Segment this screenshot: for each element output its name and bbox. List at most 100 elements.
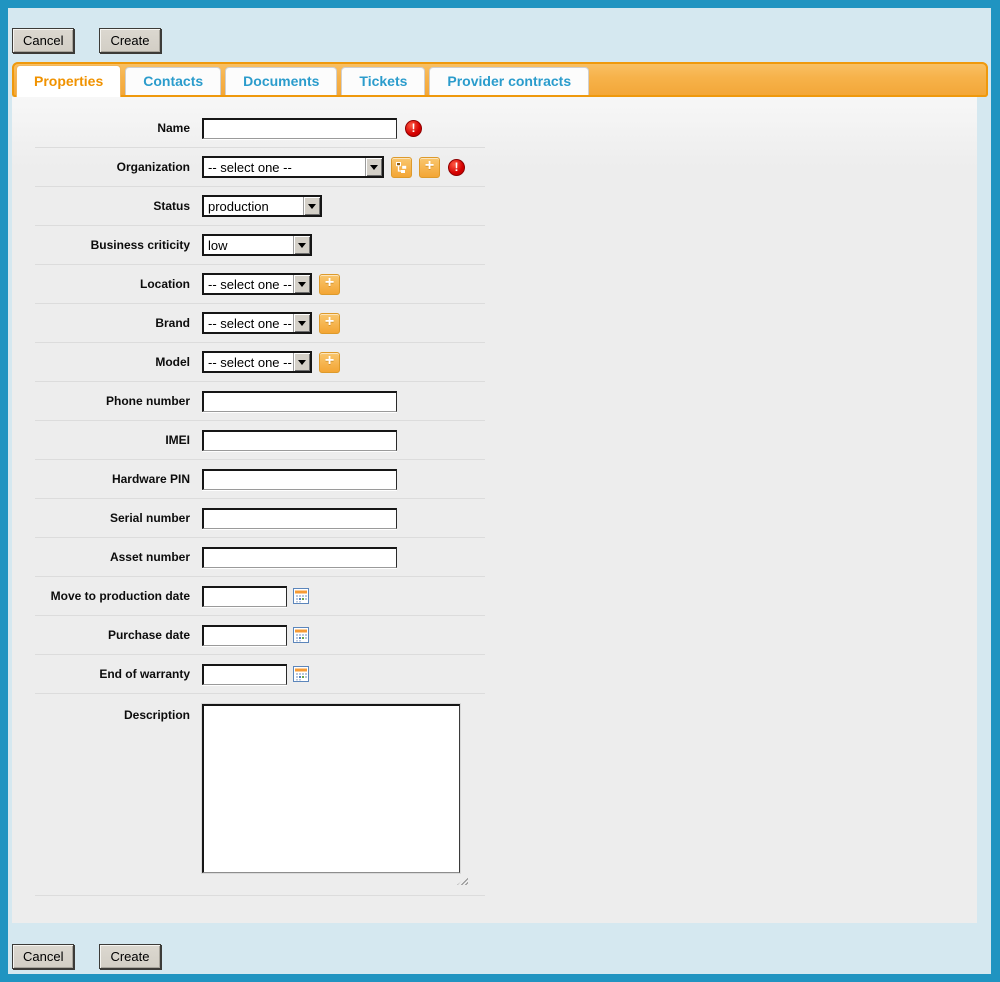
imei-input[interactable]	[202, 430, 397, 451]
brand-add-button[interactable]: +	[319, 313, 340, 334]
tab-provider-contracts[interactable]: Provider contracts	[429, 67, 589, 95]
move_to_production_date-calendar-button[interactable]	[293, 588, 309, 604]
form-row-asset_number: Asset number	[35, 538, 485, 577]
business_criticity-select-value: low	[204, 238, 293, 253]
field-label-business_criticity: Business criticity	[35, 238, 190, 252]
cancel-button-top[interactable]: Cancel	[12, 28, 74, 53]
top-toolbar: Cancel Create	[12, 28, 186, 53]
tab-contacts[interactable]: Contacts	[125, 67, 221, 95]
field-area-hardware_pin	[202, 469, 397, 490]
calendar-icon	[293, 588, 309, 604]
required-icon: !	[405, 120, 422, 137]
status-select-value: production	[204, 199, 303, 214]
chevron-down-icon	[298, 321, 306, 326]
form-row-phone_number: Phone number	[35, 382, 485, 421]
location-add-button[interactable]: +	[319, 274, 340, 295]
field-area-imei	[202, 430, 397, 451]
form-row-hardware_pin: Hardware PIN	[35, 460, 485, 499]
model-select-value: -- select one --	[204, 355, 293, 370]
form-row-status: Status production	[35, 187, 485, 226]
field-area-location: -- select one -- +	[202, 273, 340, 295]
form-row-model: Model -- select one -- +	[35, 343, 485, 382]
field-label-brand: Brand	[35, 316, 190, 330]
organization-select-arrow-button[interactable]	[365, 158, 382, 176]
location-select-value: -- select one --	[204, 277, 293, 292]
purchase_date-calendar-button[interactable]	[293, 627, 309, 643]
field-area-brand: -- select one -- +	[202, 312, 340, 334]
asset_number-input[interactable]	[202, 547, 397, 568]
organization-hierarchy-button[interactable]	[391, 157, 412, 178]
hardware_pin-input[interactable]	[202, 469, 397, 490]
cancel-button-bottom[interactable]: Cancel	[12, 944, 74, 969]
resize-handle[interactable]	[457, 876, 468, 885]
brand-select-arrow-button[interactable]	[293, 314, 310, 332]
field-area-end_of_warranty	[202, 664, 309, 685]
end_of_warranty-input[interactable]	[202, 664, 287, 685]
create-button-top[interactable]: Create	[99, 28, 160, 53]
field-area-description	[202, 694, 460, 885]
window-frame: Cancel Create PropertiesContactsDocument…	[0, 0, 1000, 982]
hierarchy-icon	[395, 161, 408, 174]
calendar-icon	[293, 627, 309, 643]
tab-strip: PropertiesContactsDocumentsTicketsProvid…	[16, 65, 984, 97]
form-row-move_to_production_date: Move to production date	[35, 577, 485, 616]
business_criticity-select[interactable]: low	[202, 234, 312, 256]
serial_number-input[interactable]	[202, 508, 397, 529]
phone_number-input[interactable]	[202, 391, 397, 412]
page-background: Cancel Create PropertiesContactsDocument…	[8, 8, 991, 974]
location-select-arrow-button[interactable]	[293, 275, 310, 293]
tab-properties[interactable]: Properties	[16, 65, 121, 97]
properties-tab-panel: Name!Organization-- select one --+!Statu…	[12, 97, 977, 923]
description-textarea[interactable]	[202, 704, 460, 873]
required-icon: !	[448, 159, 465, 176]
calendar-icon	[293, 666, 309, 682]
field-label-model: Model	[35, 355, 190, 369]
field-area-status: production	[202, 195, 322, 217]
model-add-button[interactable]: +	[319, 352, 340, 373]
form-row-business_criticity: Business criticity low	[35, 226, 485, 265]
form-row-description: Description	[35, 694, 485, 896]
tab-bar: PropertiesContactsDocumentsTicketsProvid…	[12, 62, 988, 97]
form-row-serial_number: Serial number	[35, 499, 485, 538]
field-label-purchase_date: Purchase date	[35, 628, 190, 642]
field-area-name: !	[202, 118, 422, 139]
form-row-brand: Brand -- select one -- +	[35, 304, 485, 343]
field-label-location: Location	[35, 277, 190, 291]
field-label-status: Status	[35, 199, 190, 213]
chevron-down-icon	[298, 243, 306, 248]
form-row-purchase_date: Purchase date	[35, 616, 485, 655]
form-row-location: Location -- select one -- +	[35, 265, 485, 304]
location-select[interactable]: -- select one --	[202, 273, 312, 295]
chevron-down-icon	[298, 360, 306, 365]
status-select[interactable]: production	[202, 195, 322, 217]
brand-select[interactable]: -- select one --	[202, 312, 312, 334]
field-area-model: -- select one -- +	[202, 351, 340, 373]
name-input[interactable]	[202, 118, 397, 139]
tab-documents[interactable]: Documents	[225, 67, 337, 95]
organization-select[interactable]: -- select one --	[202, 156, 384, 178]
chevron-down-icon	[298, 282, 306, 287]
field-label-hardware_pin: Hardware PIN	[35, 472, 190, 486]
status-select-arrow-button[interactable]	[303, 197, 320, 215]
organization-add-button[interactable]: +	[419, 157, 440, 178]
create-button-bottom[interactable]: Create	[99, 944, 160, 969]
move_to_production_date-input[interactable]	[202, 586, 287, 607]
field-label-description: Description	[35, 694, 190, 722]
model-select[interactable]: -- select one --	[202, 351, 312, 373]
field-label-serial_number: Serial number	[35, 511, 190, 525]
end_of_warranty-calendar-button[interactable]	[293, 666, 309, 682]
field-area-purchase_date	[202, 625, 309, 646]
field-label-name: Name	[35, 121, 190, 135]
plus-icon: +	[325, 353, 334, 369]
tab-tickets[interactable]: Tickets	[341, 67, 425, 95]
bottom-toolbar: Cancel Create	[12, 944, 186, 969]
field-area-phone_number	[202, 391, 397, 412]
model-select-arrow-button[interactable]	[293, 353, 310, 371]
plus-icon: +	[325, 314, 334, 330]
chevron-down-icon	[370, 165, 378, 170]
brand-select-value: -- select one --	[204, 316, 293, 331]
purchase_date-input[interactable]	[202, 625, 287, 646]
field-area-serial_number	[202, 508, 397, 529]
field-area-organization: -- select one -- +!	[202, 156, 465, 178]
business_criticity-select-arrow-button[interactable]	[293, 236, 310, 254]
